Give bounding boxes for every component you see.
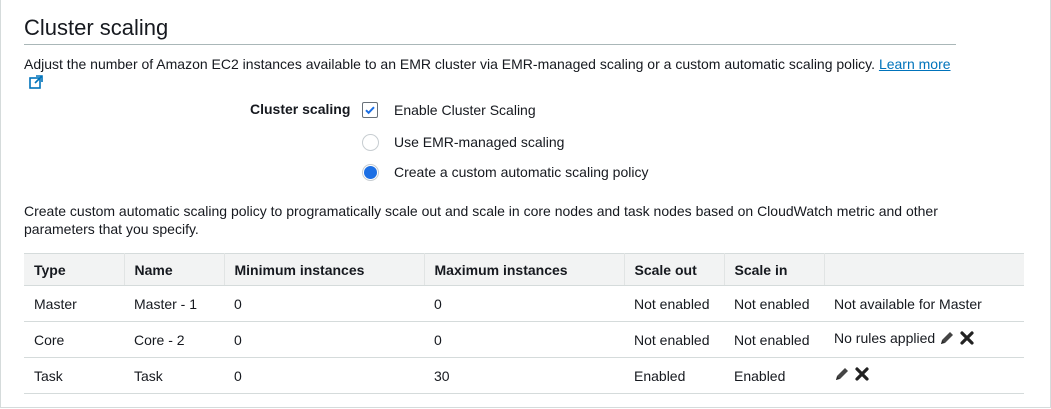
cell-max: 0 <box>424 285 624 322</box>
cell-scale-out: Not enabled <box>624 321 724 358</box>
cell-note: Not available for Master <box>824 285 1024 322</box>
cluster-scaling-panel: Cluster scaling Adjust the number of Ama… <box>0 0 1051 408</box>
table-row: Master Master - 1 0 0 Not enabled Not en… <box>24 285 1024 322</box>
cluster-scaling-label: Cluster scaling <box>250 101 351 117</box>
enable-scaling-checkbox[interactable] <box>362 102 378 118</box>
cell-name: Master - 1 <box>124 285 224 322</box>
enable-scaling-option[interactable]: Enable Cluster Scaling <box>360 100 536 120</box>
cell-scale-out: Not enabled <box>624 285 724 322</box>
scaling-table: Type Name Minimum instances Maximum inst… <box>24 253 1024 394</box>
title-divider <box>24 44 956 45</box>
cell-note: No rules applied <box>834 330 936 347</box>
cell-scale-in: Not enabled <box>724 285 824 322</box>
section-title: Cluster scaling <box>24 15 169 40</box>
cell-name: Task <box>124 357 224 394</box>
cell-scale-in: Enabled <box>724 357 824 394</box>
checkmark-icon <box>365 106 375 115</box>
policy-description: Create custom automatic scaling policy t… <box>24 203 938 237</box>
cell-min: 0 <box>224 357 424 394</box>
custom-policy-option[interactable]: Create a custom automatic scaling policy <box>360 162 648 182</box>
x-icon[interactable] <box>959 330 975 349</box>
header-scale-in: Scale in <box>724 253 825 286</box>
table-row: Task Task 0 30 Enabled Enabled <box>24 357 1024 394</box>
external-link-icon[interactable] <box>29 75 43 93</box>
cell-max: 30 <box>424 357 624 394</box>
emr-managed-option[interactable]: Use EMR-managed scaling <box>360 132 564 152</box>
section-description: Adjust the number of Amazon EC2 instance… <box>24 55 954 93</box>
custom-policy-radio[interactable] <box>361 163 379 181</box>
header-type: Type <box>24 253 125 286</box>
cell-actions <box>824 357 1024 394</box>
pencil-icon[interactable] <box>834 366 850 385</box>
cell-min: 0 <box>224 285 424 322</box>
custom-policy-label: Create a custom automatic scaling policy <box>394 164 649 180</box>
header-min-instances: Minimum instances <box>224 253 425 286</box>
cell-name: Core - 2 <box>124 321 224 358</box>
cell-min: 0 <box>224 321 424 358</box>
header-name: Name <box>124 253 225 286</box>
cell-type: Task <box>24 357 124 394</box>
cell-type: Core <box>24 321 124 358</box>
enable-scaling-label: Enable Cluster Scaling <box>394 102 536 118</box>
header-max-instances: Maximum instances <box>424 253 625 286</box>
cell-scale-out: Enabled <box>624 357 724 394</box>
pencil-icon[interactable] <box>939 330 955 349</box>
x-icon[interactable] <box>854 366 870 385</box>
cell-max: 0 <box>424 321 624 358</box>
description-text: Adjust the number of Amazon EC2 instance… <box>24 56 879 72</box>
learn-more-link[interactable]: Learn more <box>879 56 951 72</box>
cell-scale-in: Not enabled <box>724 321 824 358</box>
emr-managed-radio[interactable] <box>361 133 379 151</box>
table-header-row: Type Name Minimum instances Maximum inst… <box>24 253 1024 286</box>
cell-type: Master <box>24 285 124 322</box>
header-scale-out: Scale out <box>624 253 725 286</box>
emr-managed-label: Use EMR-managed scaling <box>394 134 565 150</box>
cell-actions: No rules applied <box>824 321 1024 358</box>
table-row: Core Core - 2 0 0 Not enabled Not enable… <box>24 321 1024 358</box>
header-actions <box>824 253 1024 286</box>
